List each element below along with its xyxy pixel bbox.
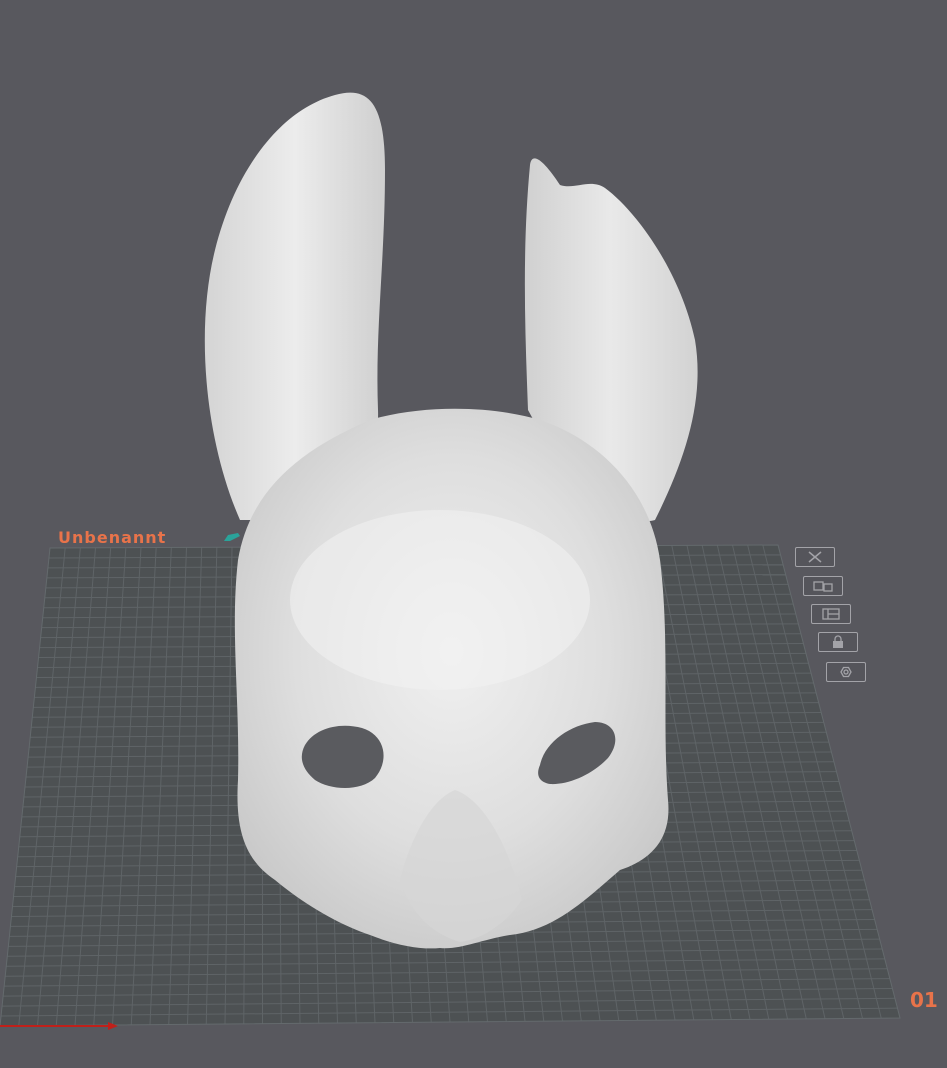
plate-number: 01 — [910, 988, 938, 1012]
close-icon — [808, 551, 822, 563]
layout-button[interactable] — [811, 604, 851, 624]
layout-icon — [822, 608, 840, 620]
auto-arrange-button[interactable] — [803, 576, 843, 596]
left-eye-hole — [301, 725, 384, 788]
bunny-mask-model[interactable] — [204, 92, 698, 949]
plate-name-label[interactable]: Unbenannt — [58, 528, 166, 547]
settings-icon — [840, 666, 852, 678]
plate-settings-button[interactable] — [826, 662, 866, 682]
lock-plate-button[interactable] — [818, 632, 858, 652]
auto-arrange-icon — [813, 581, 833, 592]
lock-icon — [833, 635, 843, 648]
edit-pencil-icon[interactable] — [224, 533, 240, 541]
close-plate-button[interactable] — [795, 547, 835, 567]
